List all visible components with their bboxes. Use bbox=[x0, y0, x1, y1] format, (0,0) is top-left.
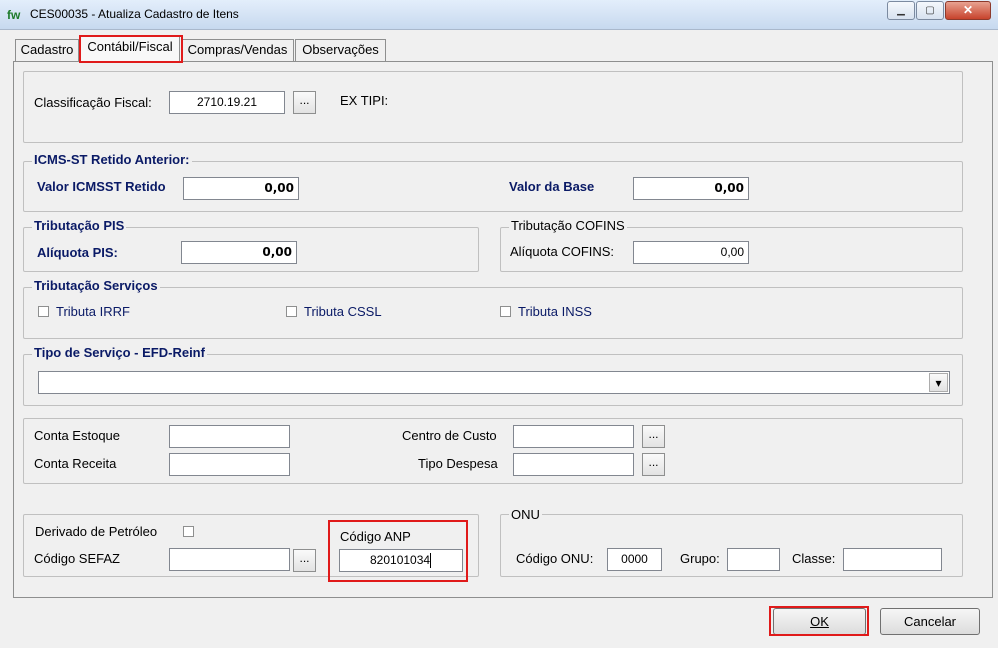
codigo-anp-input[interactable]: 820101034 bbox=[339, 549, 463, 572]
close-button[interactable]: ✕ bbox=[945, 1, 991, 20]
conta-estoque-input[interactable] bbox=[169, 425, 290, 448]
aliquota-cofins-input[interactable]: 0,00 bbox=[633, 241, 749, 264]
tab-observacoes[interactable]: Observações bbox=[295, 39, 386, 61]
derivado-petroleo-label: Derivado de Petróleo bbox=[35, 524, 158, 539]
cofins-legend: Tributação COFINS bbox=[509, 218, 627, 233]
valor-icmsst-retido-label: Valor ICMSST Retido bbox=[37, 179, 166, 194]
tipo-servico-select[interactable] bbox=[38, 371, 950, 394]
maximize-button[interactable]: ▢ bbox=[916, 1, 944, 20]
tab-highlight-box bbox=[79, 35, 183, 63]
codigo-sefaz-input[interactable] bbox=[169, 548, 290, 571]
onu-legend: ONU bbox=[509, 507, 542, 522]
tributa-cssl-checkbox[interactable] bbox=[286, 306, 297, 317]
efd-reinf-legend: Tipo de Serviço - EFD-Reinf bbox=[32, 345, 207, 360]
servicos-group bbox=[23, 287, 963, 339]
codigo-anp-label: Código ANP bbox=[340, 529, 411, 544]
tab-compras-vendas[interactable]: Compras/Vendas bbox=[181, 39, 294, 61]
tipo-despesa-lookup-button[interactable]: ... bbox=[642, 453, 665, 476]
tributa-irrf-label: Tributa IRRF bbox=[56, 304, 130, 319]
classe-label: Classe: bbox=[792, 551, 836, 566]
valor-icmsst-retido-input[interactable]: 0,00 bbox=[183, 177, 299, 200]
codigo-onu-label: Código ONU: bbox=[516, 551, 594, 566]
tributa-irrf-checkbox[interactable] bbox=[38, 306, 49, 317]
codigo-onu-input[interactable]: 0000 bbox=[607, 548, 662, 571]
conta-receita-label: Conta Receita bbox=[34, 456, 117, 471]
centro-custo-lookup-button[interactable]: ... bbox=[642, 425, 665, 448]
classificacao-fiscal-label: Classificação Fiscal: bbox=[34, 95, 152, 110]
classificacao-fiscal-lookup-button[interactable]: ... bbox=[293, 91, 316, 114]
cancel-button[interactable]: Cancelar bbox=[880, 608, 980, 635]
title-bar[interactable]: fw CES00035 - Atualiza Cadastro de Itens… bbox=[0, 0, 998, 30]
centro-custo-input[interactable] bbox=[513, 425, 634, 448]
codigo-sefaz-lookup-button[interactable]: ... bbox=[293, 549, 316, 572]
ex-tipi-label: EX TIPI: bbox=[340, 93, 389, 108]
icms-st-legend: ICMS-ST Retido Anterior: bbox=[32, 152, 192, 167]
tributa-inss-label: Tributa INSS bbox=[518, 304, 592, 319]
tributa-cssl-label: Tributa CSSL bbox=[304, 304, 382, 319]
aliquota-pis-label: Alíquota PIS: bbox=[37, 245, 118, 260]
codigo-sefaz-label: Código SEFAZ bbox=[34, 551, 120, 566]
tributa-inss-checkbox[interactable] bbox=[500, 306, 511, 317]
pis-legend: Tributação PIS bbox=[32, 218, 127, 233]
centro-custo-label: Centro de Custo bbox=[402, 428, 497, 443]
conta-receita-input[interactable] bbox=[169, 453, 290, 476]
valor-da-base-input[interactable]: 0,00 bbox=[633, 177, 749, 200]
tipo-despesa-input[interactable] bbox=[513, 453, 634, 476]
valor-da-base-label: Valor da Base bbox=[509, 179, 595, 194]
derivado-petroleo-checkbox[interactable] bbox=[183, 526, 194, 537]
aliquota-pis-input[interactable]: 0,00 bbox=[181, 241, 297, 264]
chevron-down-icon[interactable]: ▾ bbox=[929, 373, 948, 392]
codigo-anp-value: 820101034 bbox=[370, 553, 431, 567]
grupo-label: Grupo: bbox=[680, 551, 720, 566]
servicos-legend: Tributação Serviços bbox=[32, 278, 160, 293]
grupo-input[interactable] bbox=[727, 548, 780, 571]
aliquota-cofins-label: Alíquota COFINS: bbox=[510, 244, 615, 259]
tab-cadastro[interactable]: Cadastro bbox=[15, 39, 79, 61]
conta-estoque-label: Conta Estoque bbox=[34, 428, 121, 443]
text-cursor bbox=[430, 553, 432, 569]
tipo-despesa-label: Tipo Despesa bbox=[418, 456, 498, 471]
fiscal-group bbox=[23, 71, 963, 143]
minimize-button[interactable]: ▁ bbox=[887, 1, 915, 20]
classificacao-fiscal-input[interactable]: 2710.19.21 bbox=[169, 91, 285, 114]
window-title: CES00035 - Atualiza Cadastro de Itens bbox=[30, 7, 239, 21]
classe-input[interactable] bbox=[843, 548, 942, 571]
app-icon: fw bbox=[7, 8, 21, 22]
ok-highlight-box bbox=[769, 606, 869, 636]
